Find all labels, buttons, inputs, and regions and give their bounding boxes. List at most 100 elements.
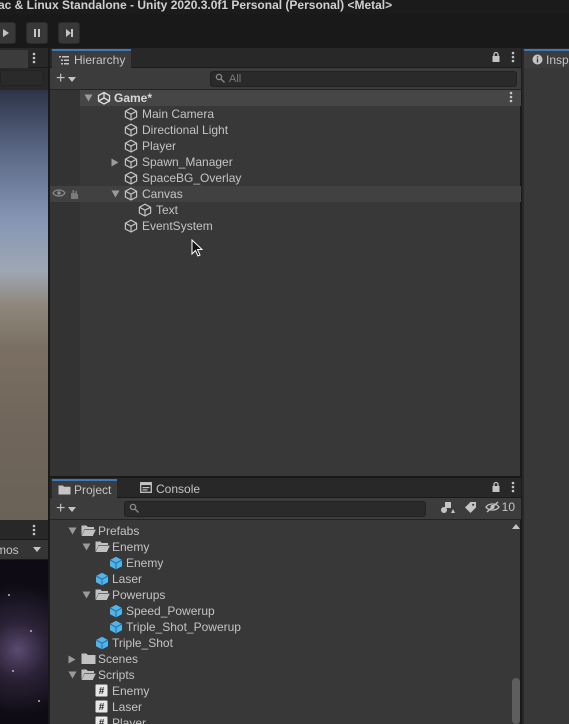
kebab-menu-icon[interactable] [509, 91, 513, 103]
project-search-input[interactable] [143, 502, 413, 516]
project-item[interactable]: Scenes [50, 651, 510, 667]
play-icon [3, 29, 9, 37]
scrollbar-thumb[interactable] [512, 678, 520, 724]
project-item-label: Player [112, 716, 147, 724]
info-icon [532, 54, 543, 65]
hierarchy-item[interactable]: Spawn_Manager [50, 154, 521, 170]
scroll-up-icon[interactable] [512, 524, 520, 529]
star [30, 630, 32, 632]
hidden-packages-toggle[interactable]: 10 [484, 500, 515, 514]
play-button[interactable] [0, 22, 16, 44]
folder-open-icon [95, 589, 110, 600]
list-icon [59, 56, 69, 65]
tab-label: Console [156, 481, 201, 496]
step-button[interactable] [58, 22, 80, 44]
prefab-cube-icon [109, 620, 123, 634]
project-item[interactable]: Scripts [50, 667, 510, 683]
kebab-menu-icon[interactable] [32, 524, 36, 536]
expand-arrow-icon[interactable] [82, 543, 91, 551]
project-search[interactable] [124, 501, 426, 517]
project-tab-bar: Project Console [50, 478, 521, 498]
project-item[interactable]: # Player [50, 715, 510, 724]
project-item[interactable]: # Laser [50, 699, 510, 715]
project-item-label: Triple_Shot_Powerup [126, 620, 241, 634]
lock-icon[interactable] [491, 51, 501, 63]
gizmos-label: mos [0, 543, 19, 557]
tab-console[interactable]: Console [134, 479, 206, 498]
kebab-menu-icon[interactable] [32, 52, 36, 64]
scene-viewport[interactable] [0, 90, 48, 520]
project-scrollbar[interactable] [511, 524, 521, 724]
expand-arrow-icon[interactable] [82, 591, 91, 599]
main-toolbar [0, 14, 569, 48]
project-item[interactable]: Prefabs [50, 523, 510, 539]
hierarchy-item-label: Text [156, 203, 179, 217]
folder-icon [58, 485, 71, 495]
game-viewport[interactable] [0, 560, 48, 724]
pickable-hand-icon[interactable] [68, 188, 80, 200]
expand-arrow-icon[interactable] [68, 527, 77, 535]
kebab-menu-icon[interactable] [511, 481, 515, 493]
gameobject-cube-icon [124, 219, 138, 233]
hierarchy-item[interactable]: Directional Light [50, 122, 521, 138]
project-panel: Project Console + 10 Prefabs Enemy Enemy… [49, 478, 521, 724]
collapse-arrow-icon[interactable] [111, 158, 119, 167]
pause-button[interactable] [26, 22, 48, 44]
lock-icon[interactable] [491, 481, 501, 493]
project-item-label: Powerups [112, 588, 166, 602]
project-item[interactable]: Laser [50, 571, 510, 587]
hierarchy-search[interactable] [210, 71, 517, 87]
folder-open-icon [81, 525, 96, 536]
project-item[interactable]: # Enemy [50, 683, 510, 699]
game-view-panel: mos [0, 520, 48, 724]
hierarchy-item[interactable]: Main Camera [50, 106, 521, 122]
project-item[interactable]: Enemy [50, 539, 510, 555]
collapse-arrow-icon[interactable] [68, 655, 76, 664]
eye-icon[interactable] [52, 188, 66, 198]
project-item[interactable]: Triple_Shot [50, 635, 510, 651]
inspector-body [524, 68, 569, 724]
tab-inspector[interactable]: Insp [524, 49, 569, 68]
hierarchy-item[interactable]: Text [50, 202, 521, 218]
hierarchy-item[interactable]: Canvas [50, 186, 521, 202]
hierarchy-item-label: EventSystem [142, 219, 213, 233]
hidden-count: 10 [501, 500, 515, 514]
expand-arrow-icon[interactable] [68, 671, 77, 679]
project-item-label: Enemy [126, 556, 164, 570]
scene-header-row[interactable]: Game* [80, 90, 521, 106]
csharp-script-icon: # [95, 700, 108, 713]
project-item[interactable]: Enemy [50, 555, 510, 571]
project-item[interactable]: Powerups [50, 587, 510, 603]
create-button[interactable]: + [56, 500, 82, 518]
window-title: ac & Linux Standalone - Unity 2020.3.0f1… [0, 0, 393, 12]
unity-scene-icon [97, 91, 111, 105]
hierarchy-search-input[interactable] [229, 72, 509, 86]
folder-open-icon [95, 541, 110, 552]
tab-project[interactable]: Project [52, 479, 118, 498]
project-item[interactable]: Speed_Powerup [50, 603, 510, 619]
search-by-type-icon[interactable] [440, 501, 456, 514]
gizmos-dropdown[interactable]: mos [0, 540, 48, 560]
kebab-menu-icon[interactable] [511, 51, 515, 63]
label-tag-icon[interactable] [464, 501, 477, 514]
gameobject-cube-icon [124, 139, 138, 153]
hierarchy-item[interactable]: EventSystem [50, 218, 521, 234]
hierarchy-item[interactable]: Player [50, 138, 521, 154]
eye-slash-icon [484, 501, 500, 513]
project-tab-tools [491, 481, 515, 493]
expand-arrow-icon[interactable] [84, 94, 93, 102]
hierarchy-item-label: Spawn_Manager [142, 155, 233, 169]
chevron-down-icon [33, 547, 41, 552]
tab-label: Project [74, 482, 112, 497]
search-icon [215, 73, 225, 83]
svg-text:#: # [99, 702, 105, 713]
star [12, 670, 14, 672]
create-button[interactable]: + [56, 70, 82, 88]
tab-hierarchy[interactable]: Hierarchy [52, 49, 132, 68]
expand-arrow-icon[interactable] [111, 190, 120, 198]
hierarchy-item-label: Canvas [142, 187, 183, 201]
project-item[interactable]: Triple_Shot_Powerup [50, 619, 510, 635]
scene-search-input[interactable] [0, 70, 44, 86]
hierarchy-item[interactable]: SpaceBG_Overlay [50, 170, 521, 186]
scene-tab[interactable] [0, 50, 28, 68]
